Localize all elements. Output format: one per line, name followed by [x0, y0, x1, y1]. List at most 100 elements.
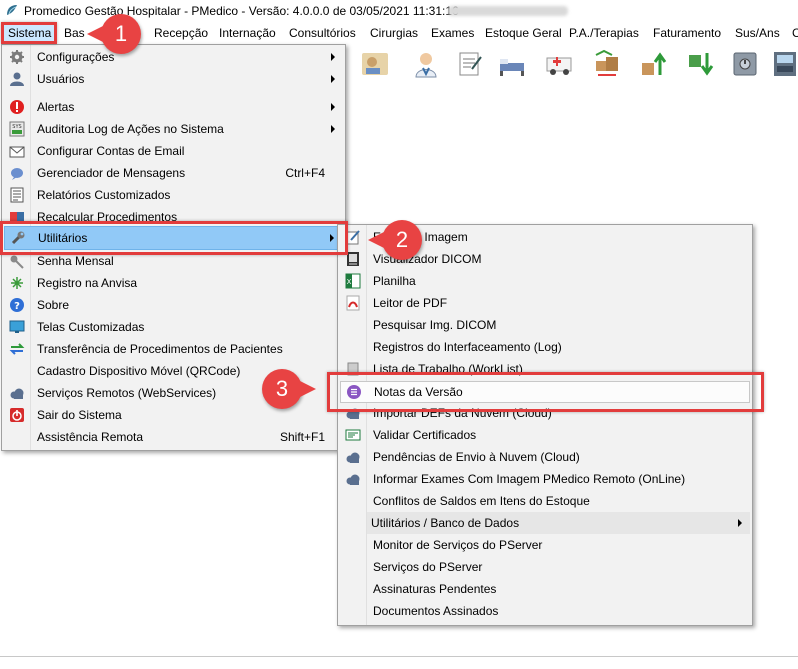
toolbar [345, 45, 798, 85]
menu-item-assinaturas-pendentes[interactable]: Assinaturas Pendentes [340, 578, 750, 600]
menu-item-label: Validar Certificados [373, 428, 477, 442]
menu-item-label: Registros do Interfaceamento (Log) [373, 340, 562, 354]
highlight-box-notas-versao [327, 372, 764, 412]
user-icon [10, 72, 24, 86]
menu-item-relatorios[interactable]: Relatórios Customizados [4, 184, 343, 206]
menu-item-label: Planilha [373, 274, 416, 288]
callout-number: 2 [395, 227, 409, 252]
message-icon [11, 168, 23, 180]
menu-item-label: Relatórios Customizados [37, 188, 171, 202]
menu-exames[interactable]: Exames [431, 26, 474, 40]
menu-item-informar-exames[interactable]: Informar Exames Com Imagem PMedico Remot… [340, 468, 750, 490]
menu-item-conflitos-saldos[interactable]: Conflitos de Saldos em Itens do Estoque [340, 490, 750, 512]
menu-recepcao[interactable]: Recepção [154, 26, 208, 40]
menu-item-label: Configurar Contas de Email [37, 144, 185, 158]
menu-internacao[interactable]: Internação [219, 26, 276, 40]
doctor-icon[interactable] [411, 49, 441, 79]
menu-item-monitor-pserver[interactable]: Monitor de Serviços do PServer [340, 534, 750, 556]
menu-item-validar-certificados[interactable]: Validar Certificados [340, 424, 750, 446]
menu-item-telas[interactable]: Telas Customizadas [4, 316, 343, 338]
svg-text:?: ? [14, 301, 20, 312]
menu-item-label: Monitor de Serviços do PServer [373, 538, 543, 552]
callout-pointer [87, 26, 103, 42]
menu-item-pendencias-nuvem[interactable]: Pendências de Envio à Nuvem (Cloud) [340, 446, 750, 468]
menu-item-assistencia[interactable]: Assistência Remota Shift+F1 [4, 426, 343, 448]
window-bottom-border [0, 656, 798, 657]
menu-item-configuracoes[interactable]: Configurações [4, 46, 343, 68]
callout-badge-3: 3 [262, 369, 316, 409]
menu-item-pesquisar-dicom[interactable]: Pesquisar Img. DICOM [340, 314, 750, 336]
highlight-box-utilitarios [0, 221, 348, 255]
key-icon [10, 255, 24, 269]
menu-item-label: Pendências de Envio à Nuvem (Cloud) [373, 450, 580, 464]
app-logo-icon [7, 5, 17, 15]
submenu-arrow-icon [331, 75, 335, 83]
menu-sus-ans[interactable]: Sus/Ans [735, 26, 780, 40]
terminal-icon[interactable] [771, 49, 798, 79]
menu-item-auditoria[interactable]: SYS Auditoria Log de Ações no Sistema [4, 118, 343, 140]
menu-item-mensagens[interactable]: Gerenciador de Mensagens Ctrl+F4 [4, 162, 343, 184]
menu-item-banco-dados[interactable]: Utilitários / Banco de Dados [367, 512, 750, 534]
menu-item-label: Configurações [37, 50, 115, 64]
menu-item-shortcut: Ctrl+F4 [285, 166, 325, 180]
menu-item-label: Transferência de Procedimentos de Pacien… [37, 342, 283, 356]
menu-item-transferencia[interactable]: Transferência de Procedimentos de Pacien… [4, 338, 343, 360]
menu-consultorios[interactable]: Consultórios [289, 26, 356, 40]
cloud-icon [10, 388, 24, 399]
report-icon [10, 187, 24, 203]
menu-item-sair[interactable]: Sair do Sistema [4, 404, 343, 426]
certificate-icon [345, 429, 361, 441]
menu-estoque-geral[interactable]: Estoque Geral [485, 26, 562, 40]
prescription-icon[interactable] [454, 49, 484, 79]
menu-item-sobre[interactable]: ? Sobre [4, 294, 343, 316]
menu-item-label: Assistência Remota [37, 430, 144, 444]
ambulance-icon[interactable] [545, 49, 575, 79]
consultorio-icon[interactable] [360, 49, 390, 79]
alert-icon [10, 100, 24, 114]
stock-up-icon[interactable] [638, 49, 668, 79]
menu-item-email[interactable]: Configurar Contas de Email [4, 140, 343, 162]
menu-item-planilha[interactable]: X Planilha [340, 270, 750, 292]
window-title: Promedico Gestão Hospitalar - PMedico - … [24, 4, 459, 18]
help-icon: ? [10, 298, 24, 312]
callout-number: 1 [114, 21, 128, 46]
spreadsheet-icon: X [345, 273, 361, 289]
menu-item-label: Sair do Sistema [37, 408, 122, 422]
callout-badge-2: 2 [368, 220, 422, 260]
menu-item-label: Assinaturas Pendentes [373, 582, 497, 596]
blurred-region [448, 6, 568, 16]
cloud-icon [346, 452, 360, 463]
menu-item-anvisa[interactable]: Registro na Anvisa [4, 272, 343, 294]
safe-icon[interactable] [730, 49, 760, 79]
anvisa-icon [11, 277, 23, 289]
menu-c[interactable]: C [792, 26, 798, 40]
menu-item-documentos-assinados[interactable]: Documentos Assinados [340, 600, 750, 622]
menu-item-label: Senha Mensal [37, 254, 114, 268]
boxes-icon[interactable] [592, 49, 622, 79]
menu-item-label: Serviços do PServer [373, 560, 483, 574]
stock-down-icon[interactable] [685, 49, 715, 79]
menu-item-pdf[interactable]: Leitor de PDF [340, 292, 750, 314]
submenu-arrow-icon [331, 103, 335, 111]
menu-faturamento[interactable]: Faturamento [653, 26, 721, 40]
menu-item-label: Utilitários / Banco de Dados [371, 516, 520, 530]
callout-pointer [368, 232, 384, 248]
menu-item-registros-interfaceamento[interactable]: Registros do Interfaceamento (Log) [340, 336, 750, 358]
menu-item-usuarios[interactable]: Usuários [4, 68, 343, 90]
gear-icon [10, 50, 24, 64]
submenu-arrow-icon [331, 53, 335, 61]
callout-badge-1: 1 [87, 14, 141, 54]
menu-item-label: Pesquisar Img. DICOM [373, 318, 497, 332]
menu-item-label: Sobre [37, 298, 70, 312]
menu-item-alertas[interactable]: Alertas [4, 96, 343, 118]
menu-pa-terapias[interactable]: P.A./Terapias [569, 26, 639, 40]
menu-item-label: Telas Customizadas [37, 320, 145, 334]
bed-icon[interactable] [497, 49, 527, 79]
menu-item-servicos-pserver[interactable]: Serviços do PServer [340, 556, 750, 578]
svg-text:SYS: SYS [12, 124, 21, 130]
utilitarios-submenu: Editor de Imagem Visualizador DICOM X Pl… [337, 224, 753, 626]
menu-cirurgias[interactable]: Cirurgias [370, 26, 418, 40]
menu-bas[interactable]: Bas [64, 26, 85, 40]
menu-item-label: Serviços Remotos (WebServices) [37, 386, 217, 400]
menu-item-label: Registro na Anvisa [37, 276, 138, 290]
